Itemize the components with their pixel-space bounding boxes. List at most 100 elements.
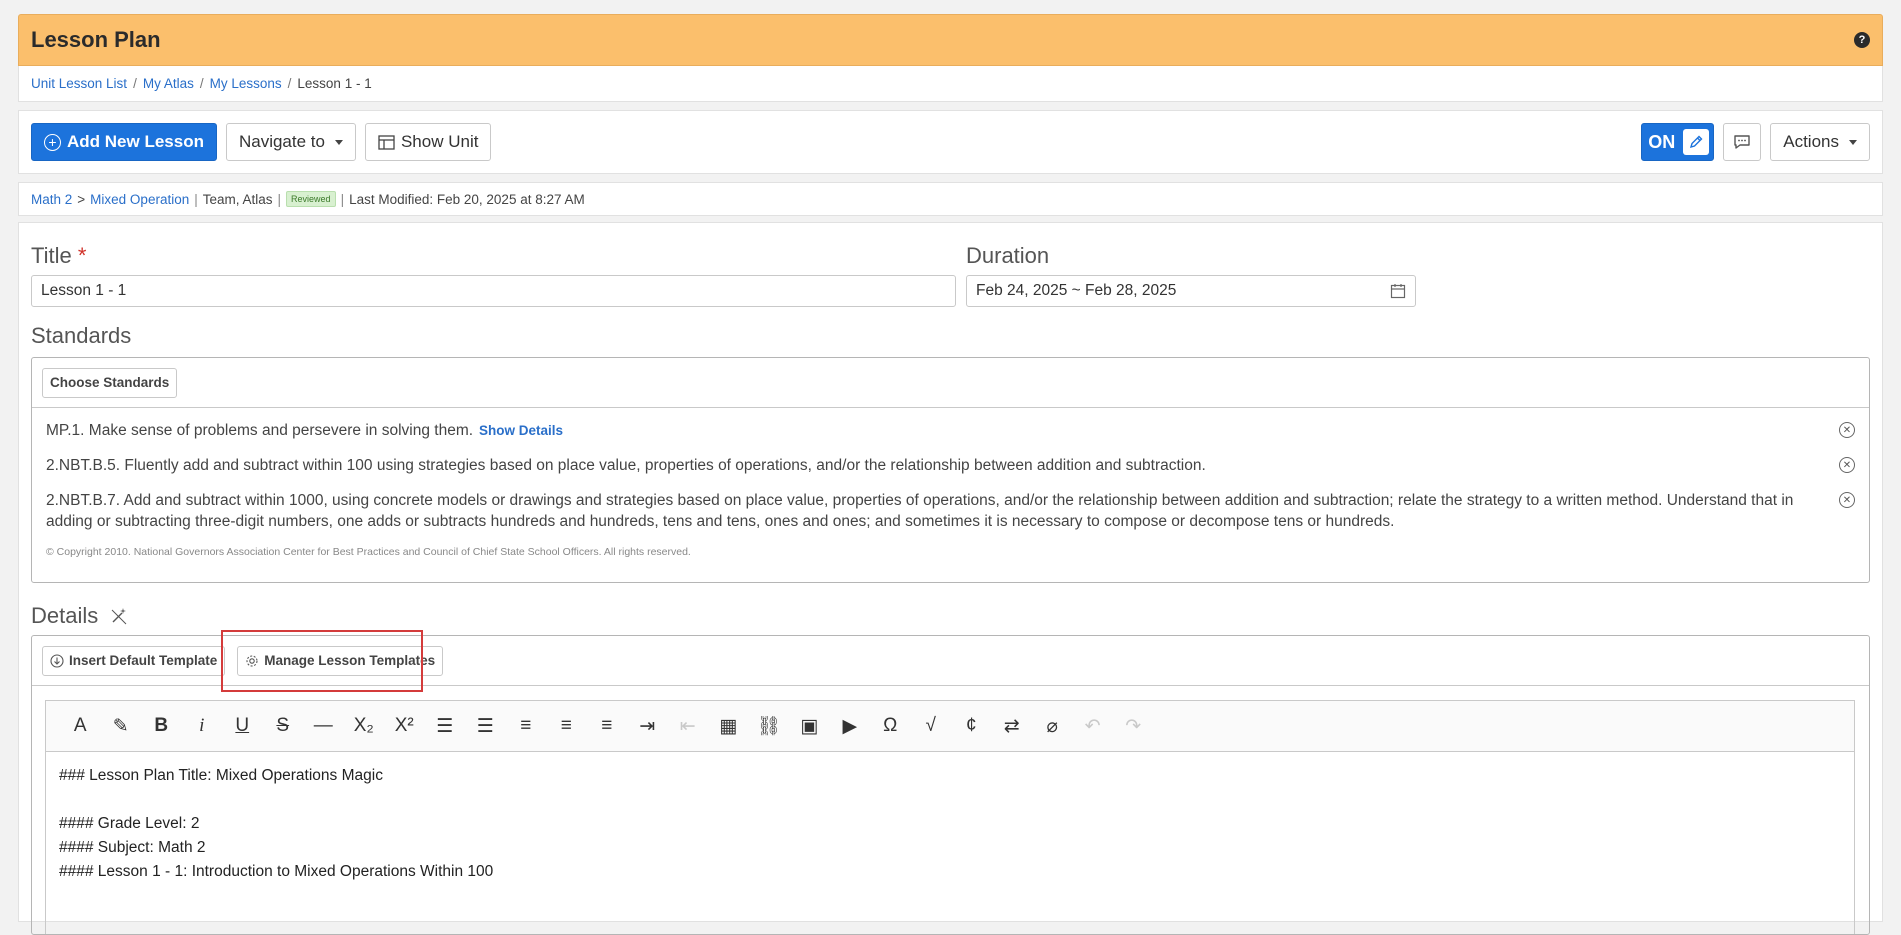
actions-dropdown[interactable]: Actions (1770, 123, 1870, 161)
editor-toolbar: A ✎ B i U S — X₂ X² ☰ ☰ ≡ ≡ ≡ ⇥ ⇤ ▦ ⛓ ▣ … (46, 701, 1854, 752)
chat-bubble-icon (1734, 135, 1750, 149)
align-center-icon[interactable]: ≡ (546, 715, 587, 737)
horizontal-rule-icon[interactable]: — (303, 715, 344, 737)
author-text: Team, Atlas (202, 191, 273, 207)
add-new-lesson-label: Add New Lesson (67, 132, 204, 151)
lesson-meta: Math 2 > Mixed Operation | Team, Atlas |… (18, 182, 1883, 216)
pencil-icon (1683, 129, 1710, 155)
last-modified-text: Last Modified: Feb 20, 2025 at 8:27 AM (349, 191, 585, 207)
editor-line: #### Grade Level: 2 (59, 815, 200, 832)
breadcrumb-current: Lesson 1 - 1 (297, 76, 372, 91)
video-icon[interactable]: ▶ (830, 715, 871, 738)
align-left-icon[interactable]: ≡ (506, 715, 547, 737)
actions-label: Actions (1783, 132, 1839, 151)
standard-item: MP.1. Make sense of problems and perseve… (46, 420, 1855, 441)
standards-label: Standards (31, 323, 132, 348)
title-input[interactable]: Lesson 1 - 1 (31, 275, 956, 307)
meta-arrow: > (77, 191, 86, 207)
ordered-list-icon[interactable]: ☰ (425, 715, 466, 738)
breadcrumb-separator: / (133, 76, 137, 91)
lesson-form: Title * Lesson 1 - 1 Duration Feb 24, 20… (18, 222, 1883, 935)
toggle-label: ON (1648, 131, 1676, 152)
italic-icon[interactable]: i (182, 715, 223, 737)
caret-down-icon (334, 139, 343, 145)
underline-icon[interactable]: U (222, 715, 263, 737)
status-badge: Reviewed (286, 191, 336, 207)
insert-default-template-button[interactable]: Insert Default Template (42, 645, 226, 676)
table-icon (378, 134, 395, 150)
breadcrumb-separator: / (287, 76, 292, 91)
special-char-icon[interactable]: Ω (870, 715, 911, 737)
table-icon[interactable]: ▦ (708, 715, 749, 738)
remove-standard-icon[interactable]: ✕ (1839, 492, 1855, 508)
title-label: Title * (31, 243, 87, 268)
breadcrumb-my-atlas[interactable]: My Atlas (143, 76, 194, 91)
plus-circle-icon: + (44, 133, 61, 151)
remove-standard-icon[interactable]: ✕ (1839, 422, 1855, 438)
bold-icon[interactable]: B (141, 715, 182, 737)
breadcrumb-my-lessons[interactable]: My Lessons (210, 76, 282, 91)
lesson-plan-page: Lesson Plan ? Unit Lesson List / My Atla… (18, 14, 1883, 935)
remove-standard-icon[interactable]: ✕ (1839, 457, 1855, 473)
add-new-lesson-button[interactable]: + Add New Lesson (31, 123, 217, 161)
caret-down-icon (1849, 139, 1857, 145)
clear-format-icon[interactable]: ⌀ (1032, 715, 1073, 738)
page-header: Lesson Plan ? (18, 14, 1883, 66)
duration-input[interactable]: Feb 24, 2025 ~ Feb 28, 2025 (966, 275, 1416, 307)
copyright-text: © Copyright 2010. National Governors Ass… (46, 546, 691, 558)
highlight-box (221, 630, 423, 692)
image-icon[interactable]: ▣ (789, 715, 830, 738)
code-icon[interactable]: ¢ (951, 715, 992, 737)
page-title: Lesson Plan (31, 27, 161, 52)
calendar-icon[interactable] (1390, 283, 1406, 299)
link-icon[interactable]: ⛓ (749, 714, 790, 738)
required-mark: * (77, 243, 87, 268)
navigate-to-dropdown[interactable]: Navigate to (225, 123, 356, 161)
standard-text: 2.NBT.B.5. Fluently add and subtract wit… (46, 457, 1206, 474)
standard-text: MP.1. Make sense of problems and perseve… (46, 422, 474, 439)
unit-link[interactable]: Mixed Operation (90, 192, 189, 207)
comments-button[interactable] (1723, 123, 1762, 161)
choose-standards-button[interactable]: Choose Standards (42, 367, 178, 398)
details-panel: Insert Default Template Manage Lesson Te… (31, 630, 1870, 935)
duration-label: Duration (966, 243, 1050, 268)
editor-line: #### Lesson 1 - 1: Introduction to Mixed… (59, 863, 494, 880)
outdent-icon[interactable]: ⇤ (668, 715, 709, 738)
superscript-icon[interactable]: X² (384, 715, 425, 737)
magic-wand-icon[interactable] (110, 607, 128, 625)
redo-icon[interactable]: ↷ (1113, 715, 1154, 738)
breadcrumb-separator: / (199, 76, 204, 91)
breadcrumb: Unit Lesson List / My Atlas / My Lessons… (18, 66, 1883, 102)
editor-line: ### Lesson Plan Title: Mixed Operations … (59, 767, 383, 784)
standard-item: 2.NBT.B.5. Fluently add and subtract wit… (46, 455, 1855, 476)
show-unit-button[interactable]: Show Unit (364, 123, 492, 161)
subscript-icon[interactable]: X₂ (344, 715, 385, 737)
show-unit-label: Show Unit (400, 132, 479, 151)
help-icon[interactable]: ? (1854, 32, 1870, 48)
meta-divider: | (277, 191, 282, 207)
align-right-icon[interactable]: ≡ (587, 715, 628, 737)
editor-content[interactable]: ### Lesson Plan Title: Mixed Operations … (46, 752, 1854, 896)
course-link[interactable]: Math 2 (31, 192, 72, 207)
duration-value: Feb 24, 2025 ~ Feb 28, 2025 (976, 282, 1177, 299)
highlight-icon[interactable]: ✎ (101, 715, 142, 738)
unordered-list-icon[interactable]: ☰ (465, 715, 506, 738)
standards-panel: Choose Standards MP.1. Make sense of pro… (31, 357, 1870, 583)
indent-icon[interactable]: ⇥ (627, 715, 668, 738)
details-label: Details (31, 603, 99, 628)
standard-item: 2.NBT.B.7. Add and subtract within 1000,… (46, 490, 1855, 532)
rich-text-editor[interactable]: A ✎ B i U S — X₂ X² ☰ ☰ ≡ ≡ ≡ ⇥ ⇤ ▦ ⛓ ▣ … (45, 700, 1855, 934)
math-icon[interactable]: √ (911, 715, 952, 737)
breadcrumb-unit-lesson-list[interactable]: Unit Lesson List (31, 76, 127, 91)
standard-text: 2.NBT.B.7. Add and subtract within 1000,… (46, 492, 1794, 530)
show-details-link[interactable]: Show Details (479, 423, 563, 438)
edit-mode-toggle[interactable]: ON (1641, 123, 1715, 161)
strikethrough-icon[interactable]: S (263, 715, 304, 737)
download-circle-icon (50, 653, 64, 668)
text-color-icon[interactable]: A (60, 715, 101, 737)
swap-icon[interactable]: ⇄ (992, 715, 1033, 738)
navigate-to-label: Navigate to (238, 132, 325, 151)
undo-icon[interactable]: ↶ (1073, 715, 1114, 738)
meta-divider: | (194, 191, 198, 207)
